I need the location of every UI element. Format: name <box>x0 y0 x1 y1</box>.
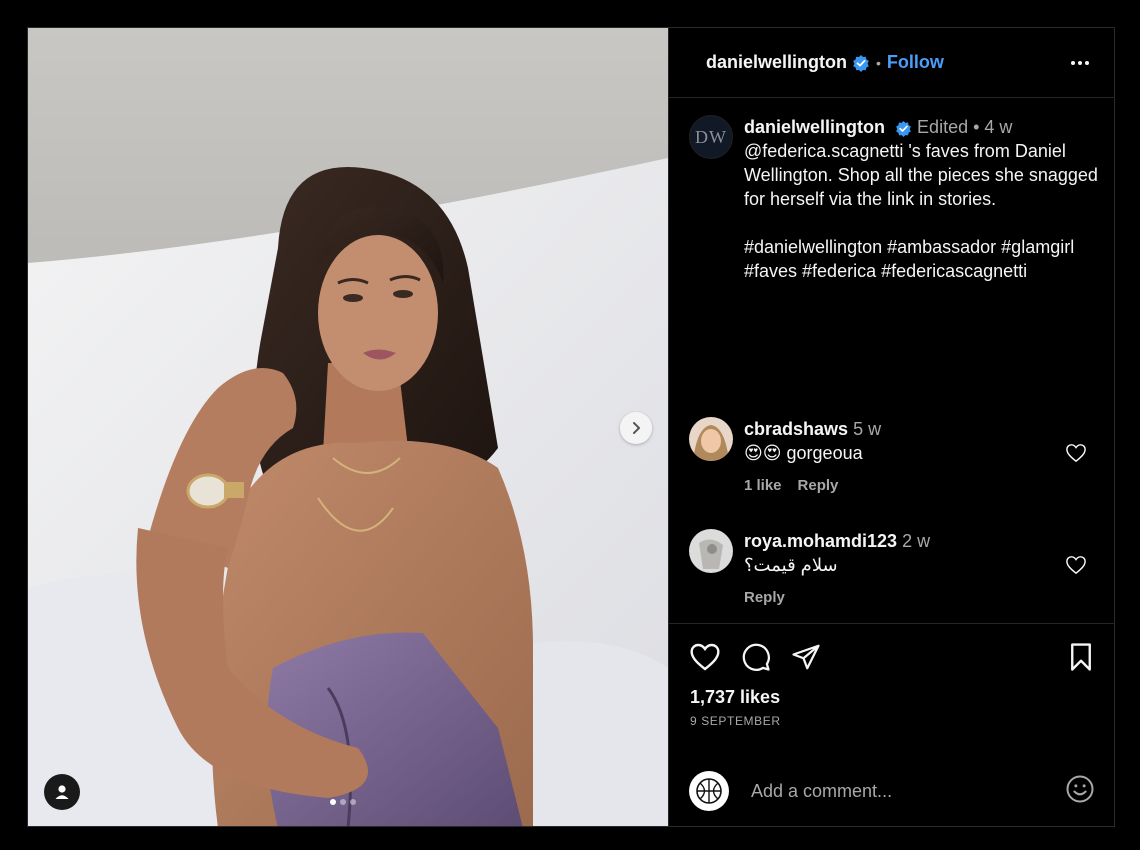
comment-text: 😍😍 gorgeoua <box>744 443 863 463</box>
comment-reply-button[interactable]: Reply <box>798 474 839 498</box>
next-slide-button[interactable] <box>620 412 652 444</box>
comment-bubble-icon[interactable] <box>741 642 771 672</box>
carousel-indicator <box>330 799 356 805</box>
carousel-dot <box>340 799 346 805</box>
caption-meta: Edited • 4 w <box>917 117 1013 137</box>
basketball-icon <box>696 778 722 804</box>
verified-badge-icon <box>852 54 870 72</box>
heart-icon <box>1066 444 1086 463</box>
smiley-icon <box>1066 775 1094 802</box>
comment-reply-button[interactable]: Reply <box>744 586 785 610</box>
commenter-avatar[interactable] <box>689 417 733 461</box>
comment-text: سلام قیمت؟ <box>744 555 838 575</box>
author-avatar[interactable]: DW <box>689 115 733 159</box>
more-options-icon <box>1085 60 1089 65</box>
follow-button[interactable]: Follow <box>887 52 944 73</box>
author-username[interactable]: danielwellington <box>706 52 847 73</box>
avatar-initials: DW <box>695 126 727 147</box>
heart-icon <box>1066 556 1086 575</box>
post-media[interactable] <box>28 28 668 826</box>
post-date: 9 SEPTEMBER <box>690 714 781 728</box>
user-tag-icon <box>55 785 69 799</box>
more-options-icon <box>1071 60 1075 65</box>
comment-time: 5 w <box>853 419 882 439</box>
chevron-right-icon <box>633 422 640 434</box>
comments-list[interactable]: DW danielwellington Edited • 4 w @federi… <box>669 99 1114 623</box>
comment-username[interactable]: roya.mohamdi123 <box>744 531 897 551</box>
comment-username[interactable]: cbradshaws <box>744 419 848 439</box>
heart-icon[interactable] <box>689 642 721 672</box>
more-options-button[interactable] <box>1071 60 1089 65</box>
likes-count[interactable]: 1,737 likes <box>690 687 780 708</box>
user-tags-button[interactable] <box>44 774 80 810</box>
post-photo <box>28 28 668 826</box>
post-side-panel: danielwellington • Follow DW danielwelli… <box>668 28 1114 826</box>
comment-likes[interactable]: 1 like <box>744 474 782 498</box>
commenter-avatar[interactable] <box>689 529 733 573</box>
emoji-picker-button[interactable] <box>1065 774 1095 809</box>
post-actions: 1,737 likes 9 SEPTEMBER <box>669 623 1114 757</box>
carousel-dot <box>350 799 356 805</box>
post-header: danielwellington • Follow <box>669 28 1114 98</box>
like-comment-button[interactable] <box>1065 555 1087 580</box>
header-separator: • <box>876 54 881 71</box>
comment-composer <box>669 756 1114 826</box>
comment-input[interactable] <box>749 779 1065 803</box>
carousel-dot-active <box>330 799 336 805</box>
paper-plane-icon[interactable] <box>791 642 821 672</box>
verified-badge-icon <box>895 120 912 137</box>
profile-avatar-button[interactable] <box>689 771 729 811</box>
comment-time: 2 w <box>902 531 931 551</box>
caption-text: @federica.scagnetti 's faves from Daniel… <box>744 141 1098 281</box>
post-modal: danielwellington • Follow DW danielwelli… <box>27 27 1115 827</box>
more-options-icon <box>1078 60 1082 65</box>
bookmark-icon[interactable] <box>1067 642 1095 672</box>
caption-username[interactable]: danielwellington <box>744 117 885 137</box>
like-comment-button[interactable] <box>1065 443 1087 468</box>
